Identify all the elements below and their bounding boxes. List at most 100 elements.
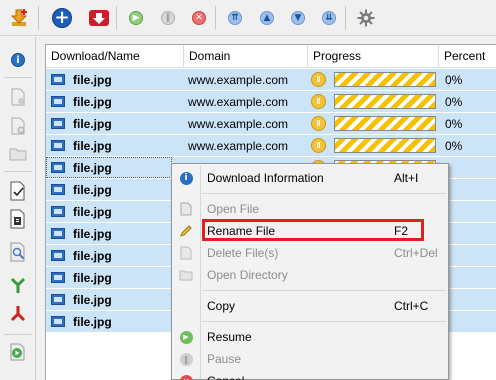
column-header-percent[interactable]: Percent <box>439 45 496 68</box>
image-file-icon <box>51 184 65 195</box>
progress-bar <box>334 116 436 131</box>
menu-item-copy[interactable]: Copy Ctrl+C <box>174 295 446 317</box>
red-fork-icon[interactable] <box>8 304 28 324</box>
file-domain: www.example.com <box>188 117 289 131</box>
search-file-icon[interactable] <box>8 242 28 262</box>
progress-bar <box>334 94 436 109</box>
paused-status-icon: ‖ <box>311 94 326 109</box>
sidebar: i <box>0 37 36 380</box>
image-file-icon <box>51 96 65 107</box>
green-fork-icon[interactable] <box>8 275 28 295</box>
download-arrow-icon[interactable] <box>8 6 32 30</box>
paused-status-icon: ‖ <box>311 138 326 153</box>
percent-value: 0% <box>445 73 463 87</box>
resume-icon: ▶ <box>179 330 193 344</box>
table-row[interactable]: file.jpg www.example.com ‖ 0% <box>46 91 496 113</box>
percent-value: 0% <box>445 139 463 153</box>
progress-bar <box>334 138 436 153</box>
paused-status-icon: ‖ <box>311 72 326 87</box>
image-file-icon <box>51 316 65 327</box>
menu-item-label: Resume <box>207 330 252 344</box>
stop-icon[interactable]: ✕ <box>187 6 211 30</box>
image-file-icon <box>51 118 65 129</box>
add-download-icon[interactable]: + <box>50 6 74 30</box>
rename-file-highlight <box>202 219 424 241</box>
file-name: file.jpg <box>73 73 112 87</box>
delete-file-icon[interactable] <box>8 116 28 136</box>
file-domain: www.example.com <box>188 95 289 109</box>
menu-item-open-file[interactable]: Open File <box>174 198 446 220</box>
menu-item-label: Copy <box>207 299 236 313</box>
list-header: Download/Name Domain Progress Percent <box>46 45 496 68</box>
folder-icon[interactable] <box>8 144 28 164</box>
move-top-icon[interactable]: ⇈ <box>223 6 247 30</box>
image-file-icon <box>51 140 65 151</box>
file-name: file.jpg <box>73 205 112 219</box>
file-name: file.jpg <box>73 249 112 263</box>
percent-value: 0% <box>445 117 463 131</box>
settings-icon[interactable] <box>354 6 378 30</box>
menu-item-delete-files[interactable]: Delete File(s) Ctrl+Del <box>174 242 446 264</box>
file-name: file.jpg <box>73 161 112 175</box>
file-name: file.jpg <box>73 227 112 241</box>
context-menu: i Download Information Alt+I Open File R… <box>171 163 449 380</box>
play-file-icon[interactable] <box>8 342 28 362</box>
download-manager-window: + ▶ ‖ ✕ ⇈ ▲ ▼ ⇊ i Download/Name Domain P… <box>0 0 496 380</box>
table-row[interactable]: file.jpg www.example.com ‖ 0% <box>46 135 496 157</box>
column-header-progress[interactable]: Progress <box>308 45 439 68</box>
file-domain: www.example.com <box>188 73 289 87</box>
file-domain: www.example.com <box>188 139 289 153</box>
delete-download-icon[interactable] <box>87 6 111 30</box>
menu-item-resume[interactable]: ▶ Resume <box>174 326 446 348</box>
check-file-icon[interactable] <box>8 181 28 201</box>
file-name: file.jpg <box>73 271 112 285</box>
menu-item-shortcut: Ctrl+C <box>394 299 429 313</box>
open-file-icon[interactable] <box>8 87 28 107</box>
text-file-icon[interactable] <box>8 209 28 229</box>
pause-icon: ‖ <box>179 352 193 366</box>
image-file-icon <box>51 162 65 173</box>
column-header-domain[interactable]: Domain <box>184 45 308 68</box>
menu-item-download-information[interactable]: i Download Information Alt+I <box>174 167 446 189</box>
file-name: file.jpg <box>73 95 112 109</box>
move-down-icon[interactable]: ▼ <box>286 6 310 30</box>
folder-icon <box>179 268 193 282</box>
cancel-icon: ✕ <box>179 374 193 380</box>
info-icon[interactable]: i <box>8 50 28 70</box>
percent-value: 0% <box>445 95 463 109</box>
file-name: file.jpg <box>73 139 112 153</box>
file-name: file.jpg <box>73 117 112 131</box>
image-file-icon <box>51 294 65 305</box>
pencil-icon <box>179 224 193 238</box>
open-file-icon <box>179 202 193 216</box>
info-icon: i <box>179 171 193 185</box>
menu-item-label: Cancel <box>207 370 244 380</box>
menu-item-label: Pause <box>207 352 242 366</box>
image-file-icon <box>51 228 65 239</box>
image-file-icon <box>51 74 65 85</box>
menu-item-label: Download Information <box>207 171 324 185</box>
image-file-icon <box>51 272 65 283</box>
move-up-icon[interactable]: ▲ <box>255 6 279 30</box>
file-name: file.jpg <box>73 315 112 329</box>
file-name: file.jpg <box>73 293 112 307</box>
image-file-icon <box>51 250 65 261</box>
progress-bar <box>334 72 436 87</box>
menu-item-open-directory[interactable]: Open Directory <box>174 264 446 286</box>
move-bottom-icon[interactable]: ⇊ <box>317 6 341 30</box>
toolbar: + ▶ ‖ ✕ ⇈ ▲ ▼ ⇊ <box>0 0 496 36</box>
menu-item-pause[interactable]: ‖ Pause <box>174 348 446 370</box>
table-row[interactable]: file.jpg www.example.com ‖ 0% <box>46 113 496 135</box>
menu-item-shortcut: Alt+I <box>394 171 419 185</box>
resume-icon[interactable]: ▶ <box>124 6 148 30</box>
menu-item-label: Delete File(s) <box>207 246 279 260</box>
menu-item-label: Open File <box>207 202 260 216</box>
table-row[interactable]: file.jpg www.example.com ‖ 0% <box>46 69 496 91</box>
image-file-icon <box>51 206 65 217</box>
menu-item-cancel[interactable]: ✕ Cancel <box>174 370 446 380</box>
menu-item-shortcut: Ctrl+Del <box>394 246 438 260</box>
column-header-name[interactable]: Download/Name <box>46 45 184 68</box>
file-name: file.jpg <box>73 183 112 197</box>
pause-icon[interactable]: ‖ <box>156 6 180 30</box>
paused-status-icon: ‖ <box>311 116 326 131</box>
